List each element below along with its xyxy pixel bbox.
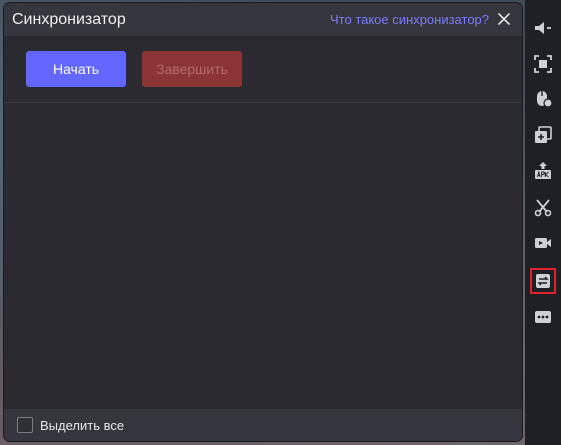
scissors-icon[interactable] <box>532 196 554 218</box>
multi-instance-icon[interactable] <box>532 124 554 146</box>
dialog-toolbar: Начать Завершить <box>4 36 522 103</box>
synchronizer-dialog: Синхронизатор Что такое синхронизатор? Н… <box>4 3 522 441</box>
screenshot-icon[interactable] <box>532 53 554 75</box>
finish-button: Завершить <box>142 51 242 87</box>
close-icon[interactable] <box>496 11 512 27</box>
sync-icon[interactable] <box>532 270 554 292</box>
apk-install-icon[interactable] <box>532 160 554 182</box>
help-link[interactable]: Что такое синхронизатор? <box>330 12 489 27</box>
volume-icon[interactable] <box>532 17 554 39</box>
dialog-footer: Выделить все <box>4 409 522 441</box>
more-icon[interactable] <box>532 306 554 328</box>
dialog-title: Синхронизатор <box>12 11 126 28</box>
mouse-icon[interactable] <box>532 88 554 110</box>
dialog-header: Синхронизатор Что такое синхронизатор? <box>4 3 522 36</box>
start-button[interactable]: Начать <box>26 51 126 87</box>
select-all-label[interactable]: Выделить все <box>40 418 124 433</box>
instance-list-area <box>4 103 522 409</box>
right-sidebar <box>525 0 561 445</box>
select-all-checkbox[interactable] <box>17 417 33 433</box>
video-record-icon[interactable] <box>532 232 554 254</box>
